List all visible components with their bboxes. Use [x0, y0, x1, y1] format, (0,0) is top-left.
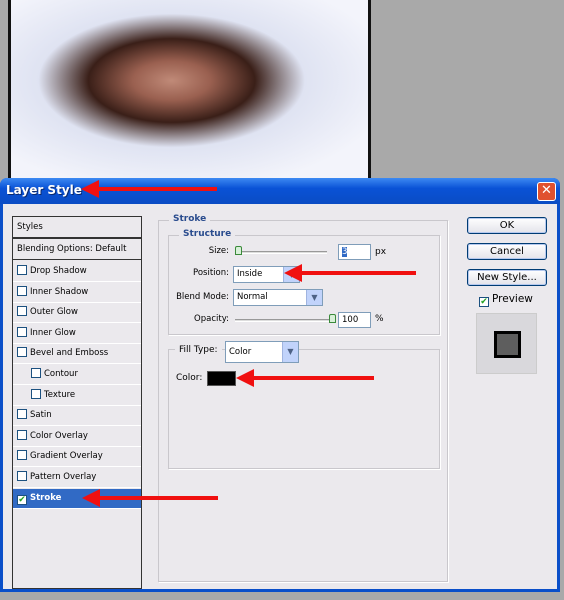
style-item-label: Texture	[44, 389, 76, 400]
size-label: Size:	[208, 246, 229, 256]
style-preview	[476, 313, 537, 374]
style-item-label: Pattern Overlay	[30, 472, 97, 482]
close-icon[interactable]: ✕	[537, 182, 556, 201]
size-slider[interactable]	[235, 251, 327, 254]
annotation-arrow	[82, 489, 218, 507]
checkbox[interactable]	[17, 471, 27, 481]
styles-header[interactable]: Styles	[12, 216, 142, 238]
style-item[interactable]: Satin	[13, 406, 141, 427]
fill-type-value: Color	[229, 347, 252, 357]
fill-type-label: Fill Type:	[175, 345, 222, 355]
size-input[interactable]: 3	[338, 244, 371, 260]
opacity-input[interactable]: 100	[338, 312, 371, 328]
style-item-label: Satin	[30, 410, 52, 421]
opacity-label: Opacity:	[194, 314, 229, 324]
fill-type-dropdown[interactable]: Color ▼	[225, 341, 299, 363]
chevron-down-icon[interactable]: ▼	[282, 342, 298, 362]
structure-title: Structure	[179, 229, 236, 239]
checkbox[interactable]	[17, 265, 27, 275]
style-item[interactable]: Texture	[13, 386, 141, 406]
opacity-unit: %	[375, 314, 384, 324]
style-item[interactable]: Contour	[13, 365, 141, 385]
opacity-slider-thumb[interactable]	[329, 314, 336, 323]
checkbox[interactable]: ✔	[17, 494, 27, 505]
checkbox[interactable]	[31, 388, 41, 399]
new-style-button[interactable]: New Style...	[467, 269, 547, 286]
cancel-button[interactable]: Cancel	[467, 243, 547, 260]
style-item-label: Inner Shadow	[30, 286, 89, 297]
fill-type-group: Fill Type: Color ▼ Color:	[168, 341, 440, 469]
check-icon: ✔	[479, 297, 489, 307]
dialog-body: Styles Blending Options: Default Drop Sh…	[3, 204, 557, 589]
opacity-slider[interactable]	[235, 319, 335, 322]
checkbox[interactable]	[17, 409, 27, 420]
styles-list: Styles Blending Options: Default Drop Sh…	[12, 216, 142, 589]
position-label: Position:	[193, 268, 229, 278]
style-item[interactable]: Outer Glow	[13, 303, 141, 324]
color-swatch[interactable]	[207, 371, 236, 386]
checkbox[interactable]	[31, 368, 41, 378]
preview-label: Preview	[492, 293, 533, 305]
style-item-label: Gradient Overlay	[30, 451, 103, 462]
structure-group: Structure Size: 3 px Position: Inside ▼ B…	[168, 229, 440, 335]
blend-mode-dropdown[interactable]: Normal ▼	[233, 289, 323, 306]
checkbox[interactable]	[17, 326, 27, 337]
size-value: 3	[342, 247, 348, 257]
chevron-down-icon[interactable]: ▼	[306, 290, 322, 305]
style-item[interactable]: Bevel and Emboss	[13, 344, 141, 365]
checkbox[interactable]	[17, 306, 27, 317]
style-item-label: Drop Shadow	[30, 266, 87, 276]
size-unit: px	[375, 247, 387, 257]
style-item-label: Contour	[44, 369, 78, 379]
dialog-title: Layer Style	[6, 183, 82, 197]
checkbox[interactable]	[17, 450, 27, 461]
background-photo	[8, 0, 371, 182]
style-item-label: Inner Glow	[30, 327, 76, 338]
style-item[interactable]: Inner Glow	[13, 324, 141, 344]
stroke-group-title: Stroke	[169, 214, 211, 224]
checkbox[interactable]	[17, 347, 27, 358]
blend-mode-value: Normal	[237, 292, 268, 302]
annotation-arrow	[236, 369, 374, 387]
style-item-label: Bevel and Emboss	[30, 348, 109, 359]
style-item-label: Outer Glow	[30, 307, 78, 318]
style-item[interactable]: Inner Shadow	[13, 283, 141, 303]
layer-style-dialog: Layer Style ✕ Styles Blending Options: D…	[0, 178, 560, 592]
checkbox[interactable]	[17, 285, 27, 296]
ok-button[interactable]: OK	[467, 217, 547, 234]
preview-swatch	[494, 331, 521, 358]
blend-mode-label: Blend Mode:	[176, 292, 229, 302]
color-label: Color:	[176, 373, 203, 383]
annotation-arrow	[284, 264, 416, 282]
style-item-label: Stroke	[30, 492, 62, 503]
annotation-arrow	[81, 180, 217, 198]
preview-checkbox[interactable]: ✔ Preview	[479, 293, 533, 307]
position-value: Inside	[237, 269, 263, 279]
style-item[interactable]: Pattern Overlay	[13, 468, 141, 488]
style-item[interactable]: Gradient Overlay	[13, 447, 141, 468]
blending-options[interactable]: Blending Options: Default	[12, 238, 142, 260]
style-item[interactable]: Color Overlay	[13, 427, 141, 447]
size-slider-thumb[interactable]	[235, 246, 242, 255]
checkbox[interactable]	[17, 429, 27, 440]
style-item[interactable]: Drop Shadow	[13, 262, 141, 282]
style-item-label: Color Overlay	[30, 430, 88, 441]
